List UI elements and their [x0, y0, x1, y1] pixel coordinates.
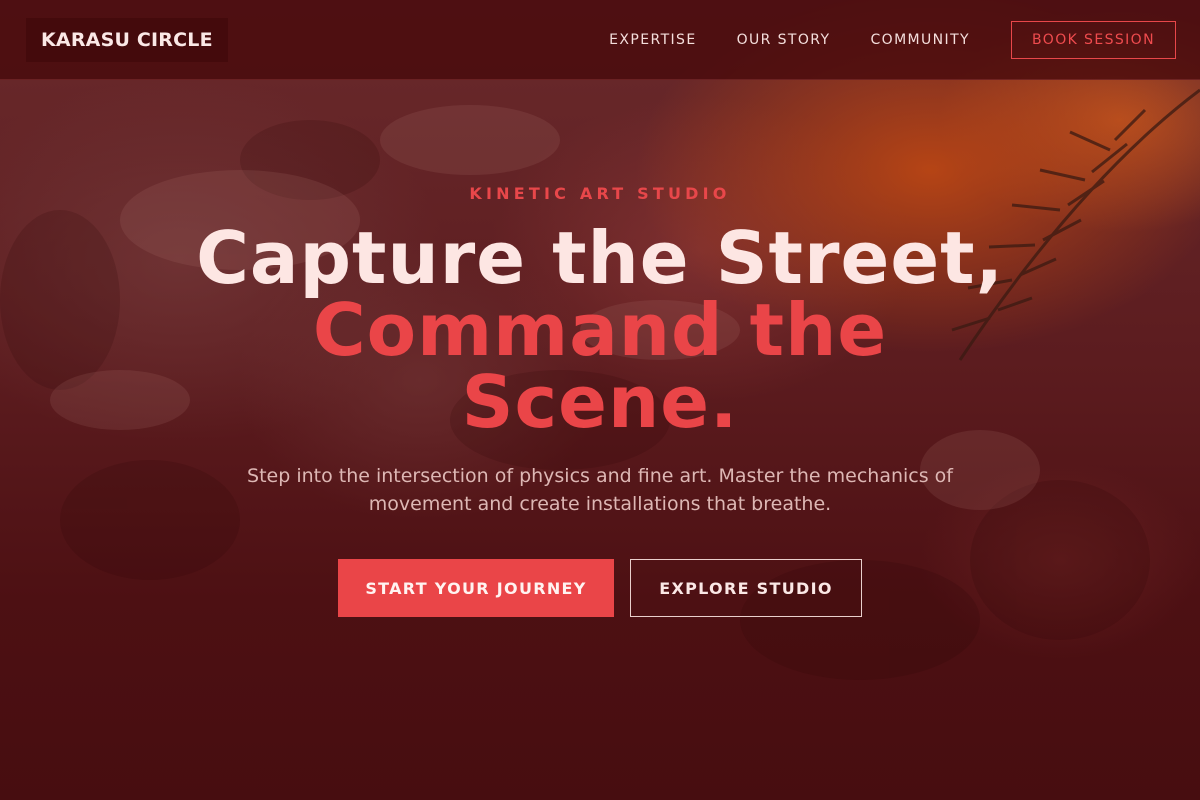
nav-link-expertise[interactable]: EXPERTISE [609, 32, 696, 48]
hero-subtext: Step into the intersection of physics an… [247, 465, 953, 515]
hero-eyebrow: KINETIC ART STUDIO [469, 184, 731, 203]
book-session-button[interactable]: BOOK SESSION [1011, 21, 1176, 59]
brand-logo[interactable]: KARASU CIRCLE [26, 18, 228, 62]
hero-section: KARASU CIRCLE EXPERTISE OUR STORY COMMUN… [0, 0, 1200, 800]
start-journey-button[interactable]: START YOUR JOURNEY [338, 559, 614, 617]
explore-studio-button[interactable]: EXPLORE STUDIO [630, 559, 862, 617]
hero-headline: Capture the Street, Command the Scene. [0, 222, 1200, 438]
headline-accent-line-1: Command the [312, 288, 888, 372]
nav-links: EXPERTISE OUR STORY COMMUNITY [569, 0, 970, 80]
nav-link-community[interactable]: COMMUNITY [870, 32, 970, 48]
headline-line-1: Capture the Street, [196, 216, 1004, 300]
nav-link-our-story[interactable]: OUR STORY [737, 32, 831, 48]
headline-accent-line-2: Scene. [461, 360, 739, 444]
hero-cta-group: START YOUR JOURNEY EXPLORE STUDIO [0, 559, 1200, 617]
top-navigation-bar: KARASU CIRCLE EXPERTISE OUR STORY COMMUN… [0, 0, 1200, 80]
headline-accent: Command the Scene. [0, 294, 1200, 438]
